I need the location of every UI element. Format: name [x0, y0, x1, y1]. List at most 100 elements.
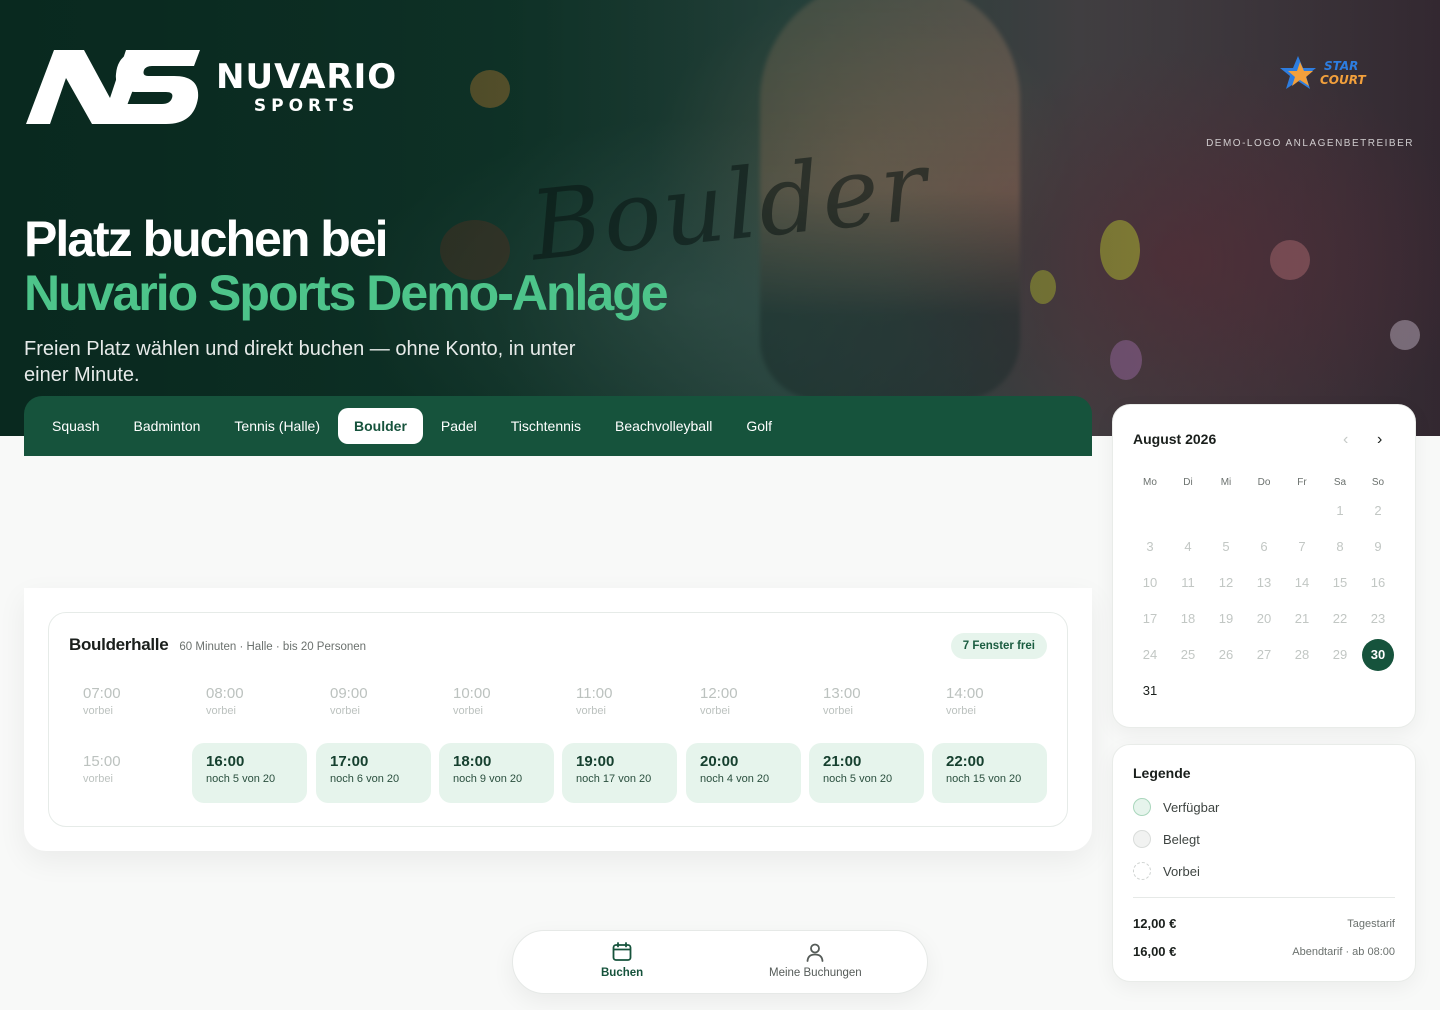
slot-time: 10:00	[453, 685, 491, 702]
calendar-day-27: 27	[1256, 647, 1272, 662]
time-slot-1100: 11:00 vorbei	[562, 675, 677, 735]
legend-title: Legende	[1133, 765, 1191, 781]
calendar-empty-cell	[1245, 495, 1283, 527]
slot-time: 21:00	[823, 753, 862, 770]
calendar-day-25: 25	[1180, 647, 1196, 662]
slot-availability: vorbei	[453, 705, 483, 717]
time-slot-2100[interactable]: 21:00 noch 5 von 20	[809, 743, 924, 803]
nav-my-bookings-label: Meine Buchungen	[769, 967, 862, 979]
slot-availability: noch 4 von 20	[700, 773, 770, 785]
slot-availability: noch 5 von 20	[206, 773, 276, 785]
busy-dot-icon	[1133, 830, 1151, 848]
time-slot-1800[interactable]: 18:00 noch 9 von 20	[439, 743, 554, 803]
tab-beachvolleyball[interactable]: Beachvolleyball	[599, 408, 728, 444]
price-label: Abendtarif · ab 08:00	[1292, 945, 1395, 958]
legend-label: Vorbei	[1163, 863, 1200, 879]
tab-squash[interactable]: Squash	[36, 408, 115, 444]
time-slot-1600[interactable]: 16:00 noch 5 von 20	[192, 743, 307, 803]
chevron-left-icon[interactable]: ‹	[1343, 431, 1348, 449]
calendar-day-5: 5	[1222, 539, 1230, 554]
tab-badminton[interactable]: Badminton	[117, 408, 216, 444]
slot-time: 20:00	[700, 753, 739, 770]
calendar-day-4: 4	[1184, 539, 1192, 554]
time-slot-1000: 10:00 vorbei	[439, 675, 554, 735]
slot-availability: noch 9 von 20	[453, 773, 523, 785]
time-slot-1200: 12:00 vorbei	[686, 675, 801, 735]
time-slot-0700: 07:00 vorbei	[69, 675, 184, 735]
hero-title-line1: Platz buchen bei	[24, 211, 389, 267]
time-slot-1400: 14:00 vorbei	[932, 675, 1047, 735]
nav-my-bookings-button[interactable]: Meine Buchungen	[769, 941, 862, 979]
legend-card: Legende Verfügbar Belegt Vorbei 12,00 € …	[1112, 744, 1416, 982]
legend-label: Belegt	[1163, 831, 1200, 847]
calendar-day-2: 2	[1374, 503, 1382, 518]
time-slot-2200[interactable]: 22:00 noch 15 von 20	[932, 743, 1047, 803]
weekday-label: Fr	[1297, 477, 1307, 488]
calendar-day-30[interactable]: 30	[1362, 639, 1394, 671]
calendar-day-14: 14	[1294, 575, 1310, 590]
calendar-day-31[interactable]: 31	[1131, 675, 1169, 707]
slot-availability: vorbei	[83, 773, 113, 785]
calendar-day-8: 8	[1336, 539, 1344, 554]
past-dot-icon	[1133, 862, 1151, 880]
legend-item-busy: Belegt	[1133, 830, 1200, 848]
calendar-week-row: 10 11 12 13 14 15 16	[1131, 565, 1401, 601]
brand-name-line2: SPORTS	[253, 95, 360, 116]
svg-text:STAR: STAR	[1324, 59, 1358, 73]
weekday-label: Di	[1183, 477, 1193, 488]
tab-golf[interactable]: Golf	[730, 408, 788, 444]
price-value: 16,00 €	[1133, 944, 1177, 959]
weekday-label: Do	[1257, 477, 1271, 488]
time-slot-1700[interactable]: 17:00 noch 6 von 20	[316, 743, 431, 803]
calendar-day-28: 28	[1294, 647, 1310, 662]
nav-book-button[interactable]: Buchen	[601, 941, 643, 979]
calendar-day-17: 17	[1142, 611, 1158, 626]
calendar-day-10: 10	[1142, 575, 1158, 590]
slot-time: 15:00	[83, 753, 121, 770]
tab-tischtennis[interactable]: Tischtennis	[495, 408, 597, 444]
slot-time: 16:00	[206, 753, 245, 770]
hero-title-line2: Nuvario Sports Demo-Anlage	[24, 265, 669, 321]
booking-card: Boulderhalle 60 Minuten · Halle · bis 20…	[24, 588, 1092, 851]
user-icon	[806, 943, 824, 962]
chevron-right-icon[interactable]: ›	[1377, 431, 1382, 449]
calendar-weekday-row: Mo Di Mi Do Fr Sa So	[1131, 473, 1401, 493]
time-slot-1900[interactable]: 19:00 noch 17 von 20	[562, 743, 677, 803]
calendar-empty-cell	[1283, 495, 1321, 527]
calendar-day-18: 18	[1180, 611, 1196, 626]
calendar-day-22: 22	[1332, 611, 1348, 626]
price-row-day: 12,00 € Tagestarif	[1133, 916, 1395, 931]
price-label: Tagestarif	[1347, 917, 1395, 930]
nav-book-label: Buchen	[601, 967, 644, 979]
time-slot-0900: 09:00 vorbei	[316, 675, 431, 735]
legend-item-past: Vorbei	[1133, 862, 1200, 880]
slot-time: 09:00	[330, 685, 368, 702]
time-slot-2000[interactable]: 20:00 noch 4 von 20	[686, 743, 801, 803]
slot-time: 12:00	[700, 685, 738, 702]
brand-name-line1: NUVARIO	[216, 56, 398, 97]
weekday-label: Mo	[1143, 477, 1157, 488]
brand-logo[interactable]: NUVARIO SPORTS	[26, 48, 397, 126]
calendar-day-11: 11	[1181, 575, 1195, 590]
hero-title: Platz buchen bei Nuvario Sports Demo-Anl…	[24, 211, 669, 321]
calendar-day-16: 16	[1370, 575, 1386, 590]
calendar-day-7: 7	[1298, 539, 1306, 554]
slot-availability: vorbei	[83, 705, 113, 717]
slot-availability: vorbei	[330, 705, 360, 717]
tab-padel[interactable]: Padel	[425, 408, 493, 444]
slot-availability: vorbei	[823, 705, 853, 717]
calendar-empty-cell	[1131, 495, 1169, 527]
calendar-day-21: 21	[1294, 611, 1310, 626]
calendar-day-24: 24	[1142, 647, 1158, 662]
calendar-day-19: 19	[1218, 611, 1234, 626]
facility-name: Boulderhalle	[69, 635, 169, 654]
slot-time: 13:00	[823, 685, 861, 702]
slot-time: 19:00	[576, 753, 615, 770]
calendar-month-label: August 2026	[1133, 431, 1217, 447]
calendar-icon	[612, 942, 632, 961]
facility-header: Boulderhalle 60 Minuten · Halle · bis 20…	[69, 635, 366, 655]
calendar-day-6: 6	[1260, 539, 1268, 554]
tab-boulder[interactable]: Boulder	[338, 408, 423, 444]
tab-tennis-halle[interactable]: Tennis (Halle)	[218, 408, 336, 444]
ns-logo-icon	[26, 50, 200, 124]
